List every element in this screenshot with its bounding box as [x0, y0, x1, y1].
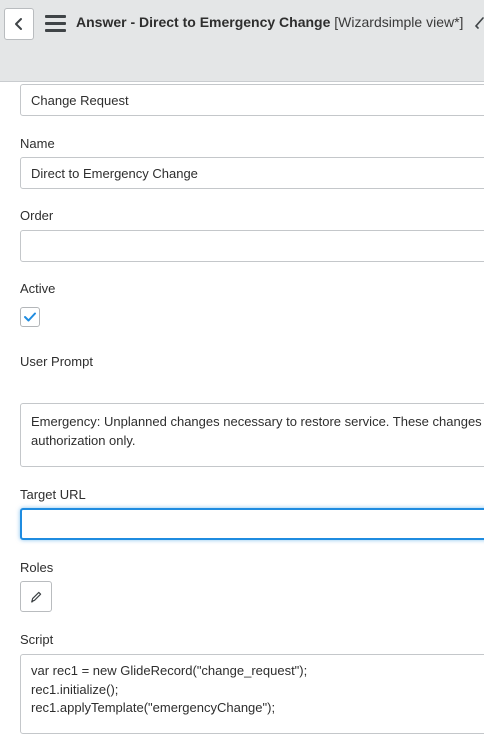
roles-edit-button[interactable]	[20, 581, 52, 612]
view-name: [Wizardsimple view*]	[334, 14, 464, 30]
record-title: Answer - Direct to Emergency Change	[76, 14, 331, 30]
name-label: Name	[20, 136, 55, 151]
table-name-value: Change Request	[31, 92, 129, 108]
target-url-input[interactable]	[20, 508, 484, 540]
table-name-field[interactable]: Change Request	[20, 84, 484, 116]
active-label: Active	[20, 281, 56, 296]
back-button[interactable]	[4, 8, 34, 40]
order-label: Order	[20, 208, 54, 223]
checkmark-icon	[24, 312, 36, 322]
script-label: Script	[20, 632, 54, 647]
form-header: Answer - Direct to Emergency Change [Wiz…	[0, 0, 484, 82]
name-field[interactable]: Direct to Emergency Change	[20, 157, 484, 189]
hamburger-icon[interactable]	[45, 15, 66, 32]
page-title: Answer - Direct to Emergency Change [Wiz…	[76, 14, 463, 30]
user-prompt-label: User Prompt	[20, 354, 93, 369]
order-field[interactable]	[20, 230, 484, 262]
active-checkbox[interactable]	[20, 307, 40, 327]
script-editor[interactable]: var rec1 = new GlideRecord("change_reque…	[20, 654, 484, 734]
target-url-label: Target URL	[20, 487, 86, 502]
user-prompt-textarea[interactable]: Emergency: Unplanned changes necessary t…	[20, 403, 484, 467]
attachment-icon[interactable]	[474, 17, 484, 31]
chevron-left-icon	[15, 18, 22, 30]
name-value: Direct to Emergency Change	[31, 165, 198, 181]
pencil-icon	[31, 591, 42, 603]
roles-label: Roles	[20, 560, 54, 575]
